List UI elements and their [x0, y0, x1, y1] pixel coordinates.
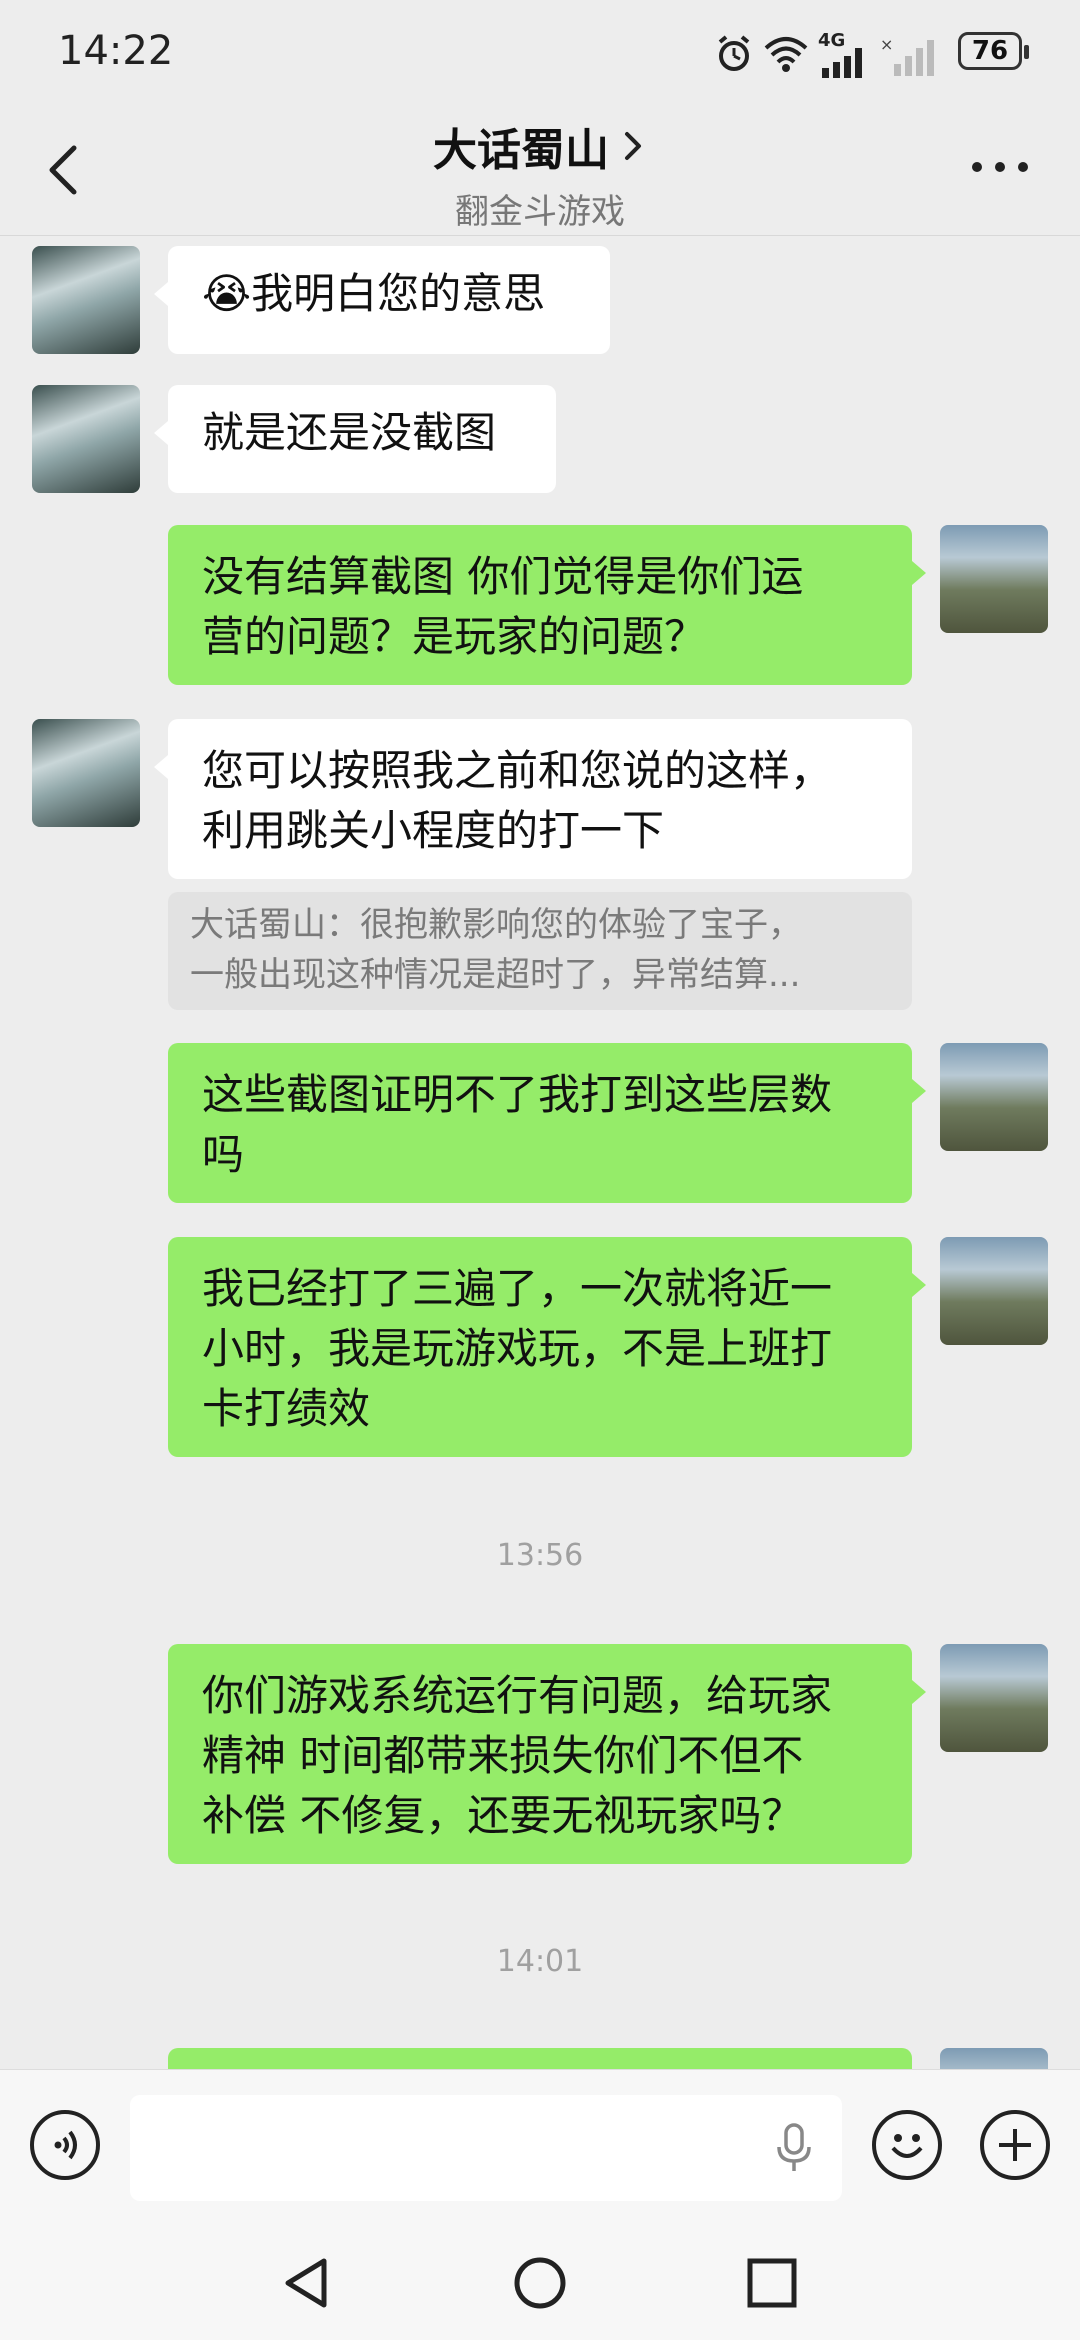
voice-icon[interactable]	[30, 2110, 100, 2180]
status-time: 14:22	[58, 28, 174, 74]
nav-back-icon[interactable]	[280, 2255, 336, 2311]
timestamp: 13:56	[496, 1538, 584, 1573]
contact-avatar[interactable]	[32, 719, 140, 827]
message-line: 这些截图证明不了我打到这些层数	[202, 1070, 833, 1119]
chat-title[interactable]: 大话蜀山	[433, 114, 609, 178]
signal-nosim-icon: ×	[880, 36, 934, 76]
message-line: 小时，我是玩游戏玩，不是上班打	[202, 1324, 833, 1373]
message-line: 营的问题？是玩家的问题？	[202, 612, 707, 661]
nav-recents-icon[interactable]	[744, 2255, 800, 2311]
outgoing-message[interactable]: 没有结算截图 你们觉得是你们运 营的问题？是玩家的问题？	[168, 525, 926, 685]
microphone-icon[interactable]	[774, 2123, 814, 2173]
my-avatar[interactable]	[940, 2048, 1048, 2069]
system-nav-bar	[0, 2219, 1080, 2340]
contact-avatar[interactable]	[32, 246, 140, 354]
emoji-icon[interactable]	[872, 2110, 942, 2180]
message-line: 补偿 不修复，还要无视玩家吗？	[202, 1791, 804, 1840]
title-block[interactable]: 大话蜀山 翻金斗游戏	[0, 114, 1080, 233]
signal-icon	[822, 48, 862, 78]
chat-header: 大话蜀山 翻金斗游戏	[0, 110, 1080, 236]
more-dots-icon[interactable]	[970, 160, 1030, 174]
message-line: 你们游戏系统运行有问题，给玩家	[202, 1671, 833, 1720]
quoted-message[interactable]: 大话蜀山：很抱歉影响您的体验了宝子， 一般出现这种情况是超时了，异常结算...	[168, 892, 912, 1010]
message-line: 您可以按照我之前和您说的这样，	[202, 746, 833, 795]
emoji: 😭	[202, 269, 252, 318]
incoming-message[interactable]: 您可以按照我之前和您说的这样， 利用跳关小程度的打一下	[154, 719, 912, 879]
outgoing-message-partial[interactable]	[168, 2048, 912, 2069]
message-line: 卡打绩效	[202, 1384, 371, 1433]
battery-level: 76	[971, 36, 1009, 66]
input-bar	[0, 2069, 1080, 2220]
my-avatar[interactable]	[940, 1644, 1048, 1752]
my-avatar[interactable]	[940, 525, 1048, 633]
message-line: 吗	[202, 1130, 245, 1179]
message-input[interactable]	[130, 2095, 842, 2201]
quote-line: 大话蜀山：很抱歉影响您的体验了宝子，	[190, 905, 802, 945]
message-list[interactable]: 😭我明白您的意思 就是还是没截图 没有结算截图 你们觉得是你们运 营的问题？是玩…	[0, 236, 1080, 2069]
quote-line: 一般出现这种情况是超时了，异常结算...	[190, 955, 801, 995]
message-line: 利用跳关小程度的打一下	[202, 806, 665, 855]
plus-icon[interactable]	[980, 2110, 1050, 2180]
alarm-icon	[718, 35, 750, 71]
incoming-message[interactable]: 😭我明白您的意思	[154, 246, 610, 354]
status-bar: 14:22 4G × 76	[0, 0, 1080, 110]
outgoing-message[interactable]: 你们游戏系统运行有问题，给玩家 精神 时间都带来损失你们不但不 补偿 不修复，还…	[168, 1644, 926, 1864]
message-line: 我已经打了三遍了，一次就将近一	[202, 1264, 833, 1313]
nav-home-icon[interactable]	[512, 2255, 568, 2311]
my-avatar[interactable]	[940, 1237, 1048, 1345]
battery-icon: 76	[958, 32, 1029, 70]
message-line: 没有结算截图 你们觉得是你们运	[202, 552, 804, 601]
message-text: 就是还是没截图	[202, 408, 497, 457]
message-text: 我明白您的意思	[251, 269, 546, 318]
wifi-icon	[764, 37, 808, 72]
chevron-right-icon[interactable]	[619, 126, 647, 166]
outgoing-message[interactable]: 我已经打了三遍了，一次就将近一 小时，我是玩游戏玩，不是上班打 卡打绩效	[168, 1237, 926, 1457]
timestamp: 14:01	[496, 1944, 584, 1979]
contact-avatar[interactable]	[32, 385, 140, 493]
incoming-message[interactable]: 就是还是没截图	[154, 385, 556, 493]
chat-subtitle: 翻金斗游戏	[455, 192, 625, 232]
svg-text:×: ×	[880, 36, 893, 54]
my-avatar[interactable]	[940, 1043, 1048, 1151]
message-line: 精神 时间都带来损失你们不但不	[202, 1731, 804, 1780]
outgoing-message[interactable]: 这些截图证明不了我打到这些层数 吗	[168, 1043, 926, 1203]
